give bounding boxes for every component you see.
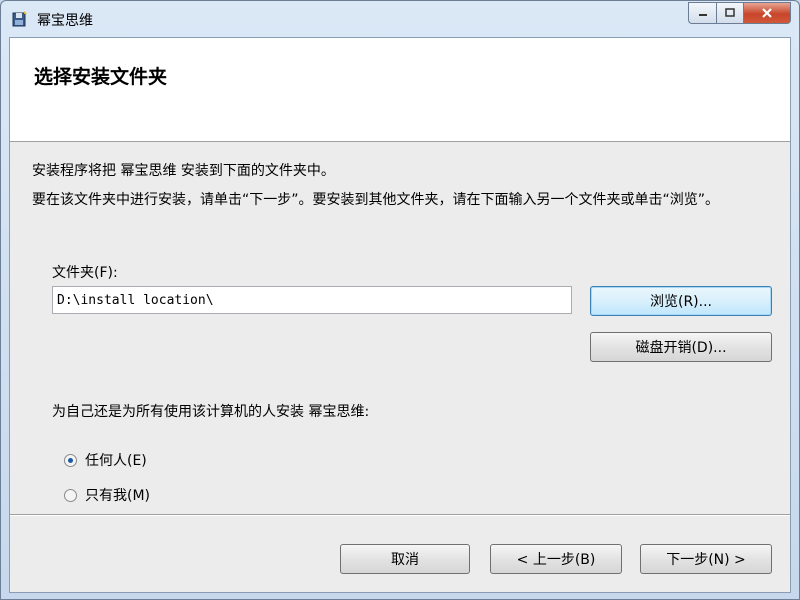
radio-just-me[interactable]: 只有我(M) <box>64 485 150 505</box>
window-controls <box>688 2 791 24</box>
radio-everyone[interactable]: 任何人(E) <box>64 450 147 470</box>
next-button[interactable]: 下一步(N) > <box>640 544 772 574</box>
dialog-client-area: 选择安装文件夹 安装程序将把 幂宝思维 安装到下面的文件夹中。 要在该文件夹中进… <box>9 37 791 593</box>
radio-everyone-label: 任何人(E) <box>85 453 147 469</box>
install-for-label: 为自己还是为所有使用该计算机的人安装 幂宝思维: <box>52 404 370 420</box>
minimize-button[interactable] <box>688 2 716 24</box>
folder-label: 文件夹(F): <box>52 265 118 281</box>
disk-cost-button[interactable]: 磁盘开销(D)... <box>590 332 772 362</box>
close-button[interactable] <box>743 2 791 24</box>
maximize-button[interactable] <box>716 2 743 24</box>
installer-window: 幂宝思维 选择安装文件夹 安装程序将把 幂宝思维 安装到下面的文件夹中。 要在该… <box>0 0 800 600</box>
header-banner: 选择安装文件夹 <box>10 38 790 142</box>
install-instructions: 要在该文件夹中进行安装，请单击“下一步”。要安装到其他文件夹，请在下面输入另一个… <box>32 192 720 208</box>
install-description: 安装程序将把 幂宝思维 安装到下面的文件夹中。 <box>32 163 335 179</box>
minimize-icon <box>698 14 707 16</box>
cancel-button[interactable]: 取消 <box>340 544 470 574</box>
back-button[interactable]: < 上一步(B) <box>490 544 622 574</box>
radio-just-me-label: 只有我(M) <box>85 488 151 504</box>
folder-path-input[interactable] <box>52 286 572 314</box>
installer-disk-icon <box>11 10 29 28</box>
browse-button[interactable]: 浏览(R)... <box>590 286 772 316</box>
maximize-icon <box>725 8 735 17</box>
close-icon <box>762 8 772 18</box>
page-title: 选择安装文件夹 <box>34 66 168 88</box>
radio-button-checked[interactable] <box>64 453 77 467</box>
window-title: 幂宝思维 <box>37 13 93 29</box>
title-bar[interactable]: 幂宝思维 <box>1 1 799 37</box>
footer-separator <box>10 514 790 516</box>
radio-button-unchecked[interactable] <box>64 488 77 502</box>
